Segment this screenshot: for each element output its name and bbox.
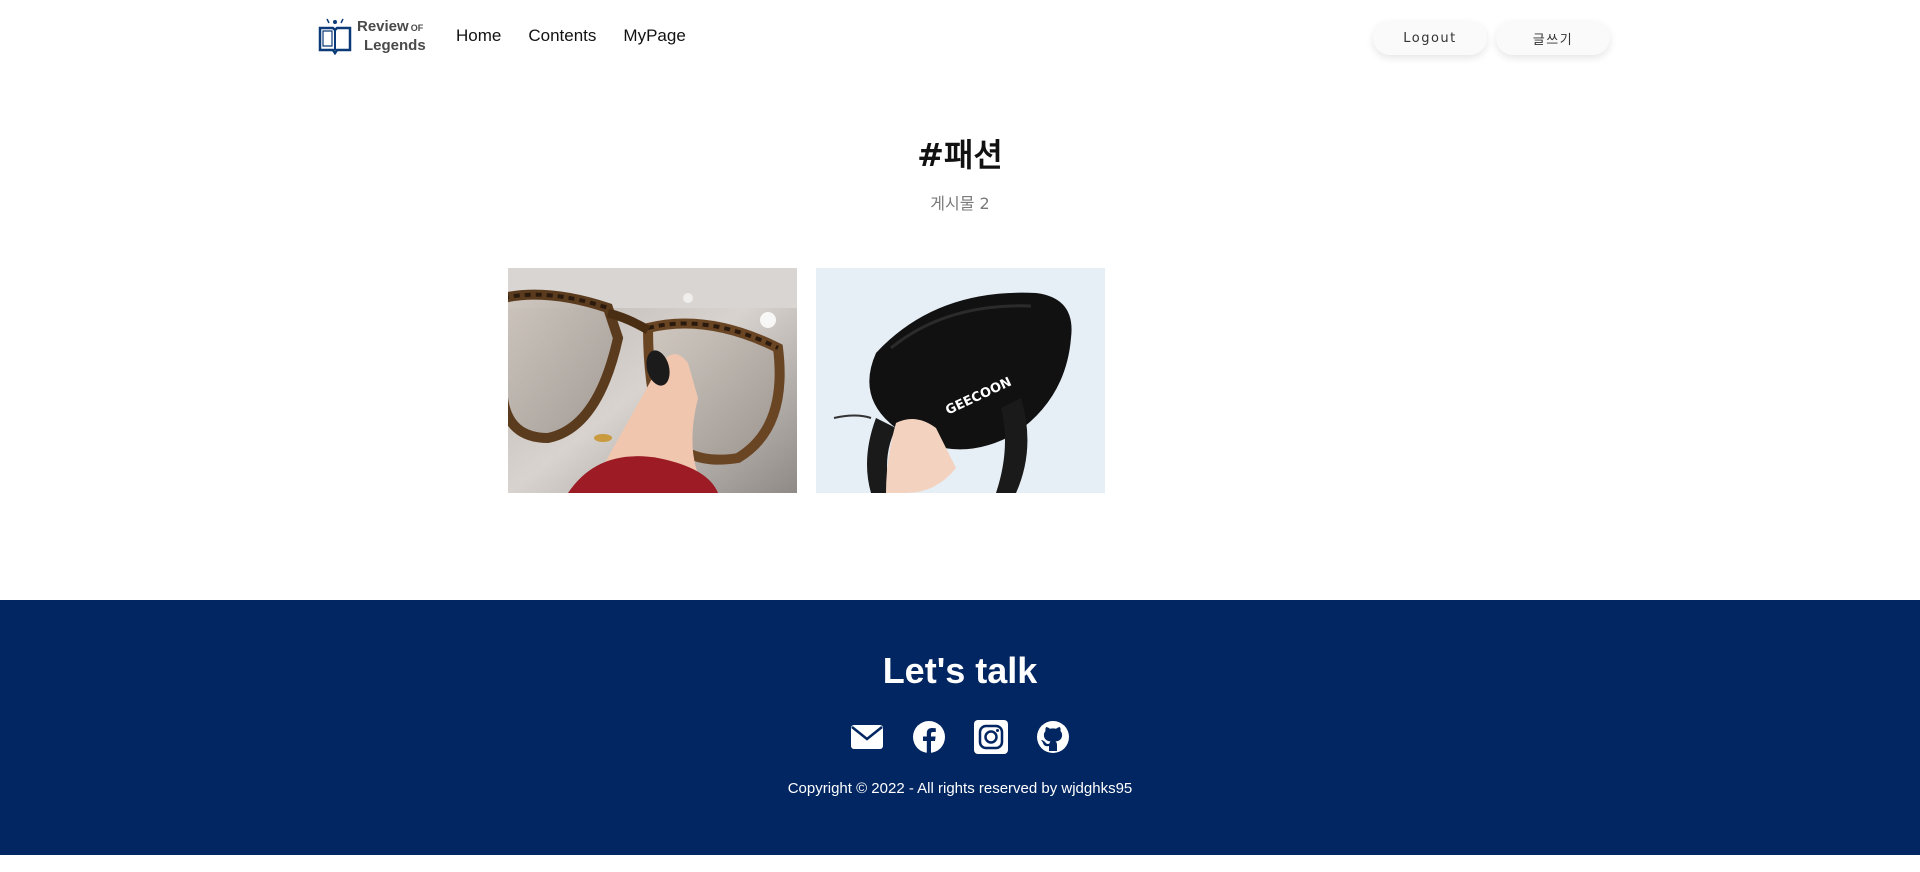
footer-title: Let's talk <box>882 650 1038 691</box>
social-links <box>0 720 1920 754</box>
site-logo[interactable]: Review OF Legends <box>317 15 427 57</box>
tag-title: #패션 <box>917 136 1003 174</box>
post-card-glasses[interactable] <box>508 268 797 493</box>
github-icon[interactable] <box>1036 720 1070 754</box>
nav-contents-link[interactable]: Contents <box>528 26 596 46</box>
footer: Let's talk Copyright © 2022 - All rights… <box>0 600 1920 855</box>
logo-of-text: OF <box>410 23 424 33</box>
main-nav: Home Contents MyPage <box>456 26 686 46</box>
nav-mypage-link[interactable]: MyPage <box>623 26 685 46</box>
bag-photo: GEECOON <box>816 268 1105 493</box>
post-count: 게시물 2 <box>930 194 990 213</box>
mail-icon[interactable] <box>850 720 884 754</box>
instagram-icon[interactable] <box>974 720 1008 754</box>
facebook-icon[interactable] <box>912 720 946 754</box>
write-post-button[interactable]: 글쓰기 <box>1496 21 1610 55</box>
post-card-bag[interactable]: GEECOON <box>816 268 1105 493</box>
logout-button[interactable]: Logout <box>1373 21 1487 55</box>
logo-legends-text: Legends <box>364 37 426 54</box>
copyright-text: Copyright © 2022 - All rights reserved b… <box>787 780 1133 797</box>
header: Review OF Legends Home Contents MyPage Lo… <box>0 0 1920 78</box>
logo-text: Review OF Legends <box>357 18 426 54</box>
book-logo-icon <box>318 18 352 56</box>
nav-home-link[interactable]: Home <box>456 26 501 46</box>
logo-review-text: Review <box>357 18 409 35</box>
glasses-photo <box>508 268 797 493</box>
